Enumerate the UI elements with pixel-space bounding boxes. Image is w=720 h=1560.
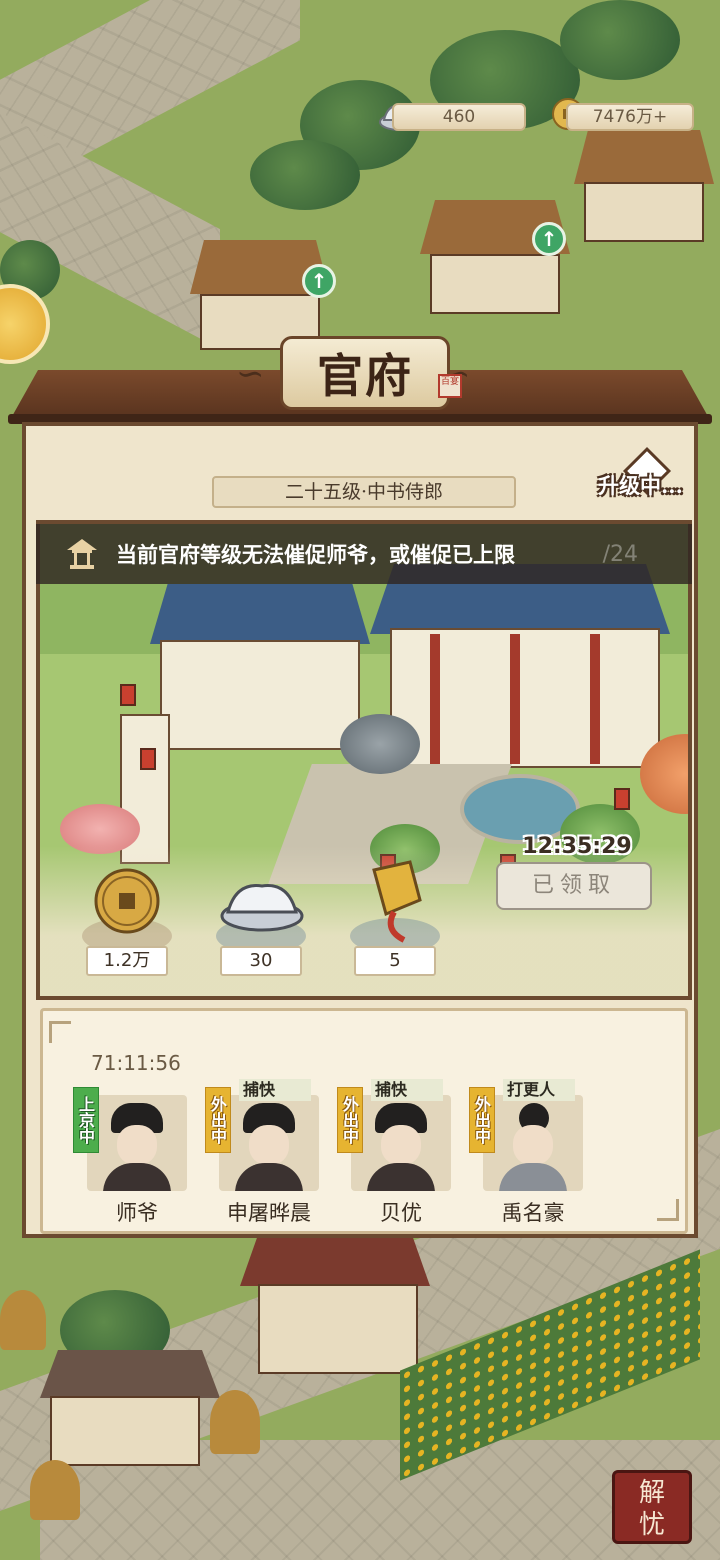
reward-amount: 1.2万 [86, 946, 168, 976]
toast-count-fragment: /24 [602, 541, 638, 567]
toast-message: 当前官府等级无法催促师爷，或催促已上限 [116, 543, 515, 567]
official-name: 禹名豪 [501, 1201, 565, 1225]
silver-count[interactable]: 460 [392, 103, 526, 131]
official-portrait [87, 1095, 187, 1191]
corner-ornament [49, 1021, 71, 1043]
role-tag: 打更人 [503, 1079, 575, 1101]
copper-coin-icon [94, 868, 160, 934]
official-slot[interactable]: 捕快 外出中 贝优 [337, 1079, 453, 1225]
role-tag: 捕快 [371, 1079, 443, 1101]
officials-timer: 71:11:56 [91, 1051, 181, 1075]
reward-item[interactable]: 30 [214, 866, 310, 996]
status-badge: 外出中 [337, 1087, 363, 1153]
upgrade-arrow-icon[interactable]: ↑ [302, 264, 336, 298]
dialog-title: 官府 [317, 349, 413, 403]
pavilion-icon [67, 539, 97, 569]
warning-toast: 当前官府等级无法催促师爷，或催促已上限 /24 [36, 524, 692, 584]
reward-item[interactable]: 5 [348, 860, 444, 996]
official-name: 申屠晔晨 [227, 1201, 311, 1225]
claimed-button[interactable]: 已领取 [496, 862, 652, 910]
upgrade-status-button[interactable]: 升级中... [598, 466, 718, 506]
official-slot-shiye[interactable]: 上京中 师爷 [73, 1083, 189, 1225]
status-badge: 外出中 [205, 1087, 231, 1153]
official-portrait [483, 1095, 583, 1191]
official-portrait [351, 1095, 451, 1191]
upgrade-arrow-icon[interactable]: ↑ [532, 222, 566, 256]
role-tag: 捕快 [239, 1079, 311, 1101]
government-office-dialog: ∽ ∽ 官府 百宴 二十五级·中书侍郎 升级中... [8, 336, 712, 1238]
dialog-title-plate: 官府 [280, 336, 450, 410]
official-portrait [219, 1095, 319, 1191]
silver-ingot-icon [220, 884, 304, 932]
reward-amount: 30 [220, 946, 302, 976]
jieyou-label: 解忧 [638, 1478, 665, 1540]
official-name: 师爷 [116, 1201, 158, 1225]
token-icon [372, 860, 422, 943]
official-slot[interactable]: 捕快 外出中 申屠晔晨 [205, 1079, 321, 1225]
reward-item[interactable]: 1.2万 [80, 866, 176, 996]
seal-stamp: 百宴 [438, 374, 462, 398]
officials-card: 71:11:56 上京中 师爷 捕快 外出中 申屠晔晨 捕快 外出中 贝优 打更… [40, 1008, 688, 1234]
dialog-panel: 二十五级·中书侍郎 升级中... 当前官府等级无法催促师爷，或催促已上限 /24… [22, 422, 698, 1238]
coin-count[interactable]: 7476万+ [566, 103, 694, 131]
cloud-ornament-left: ∽ [236, 354, 265, 394]
status-badge: 外出中 [469, 1087, 495, 1153]
corner-ornament [657, 1199, 679, 1221]
reward-amount: 5 [354, 946, 436, 976]
jieyou-button[interactable]: 解忧 [612, 1470, 692, 1544]
official-slot[interactable]: 打更人 外出中 禹名豪 [469, 1079, 585, 1225]
reward-timer: 12:35:29 [522, 834, 632, 859]
official-name: 贝优 [380, 1201, 422, 1225]
status-badge: 上京中 [73, 1087, 99, 1153]
rank-label: 二十五级·中书侍郎 [212, 476, 516, 508]
